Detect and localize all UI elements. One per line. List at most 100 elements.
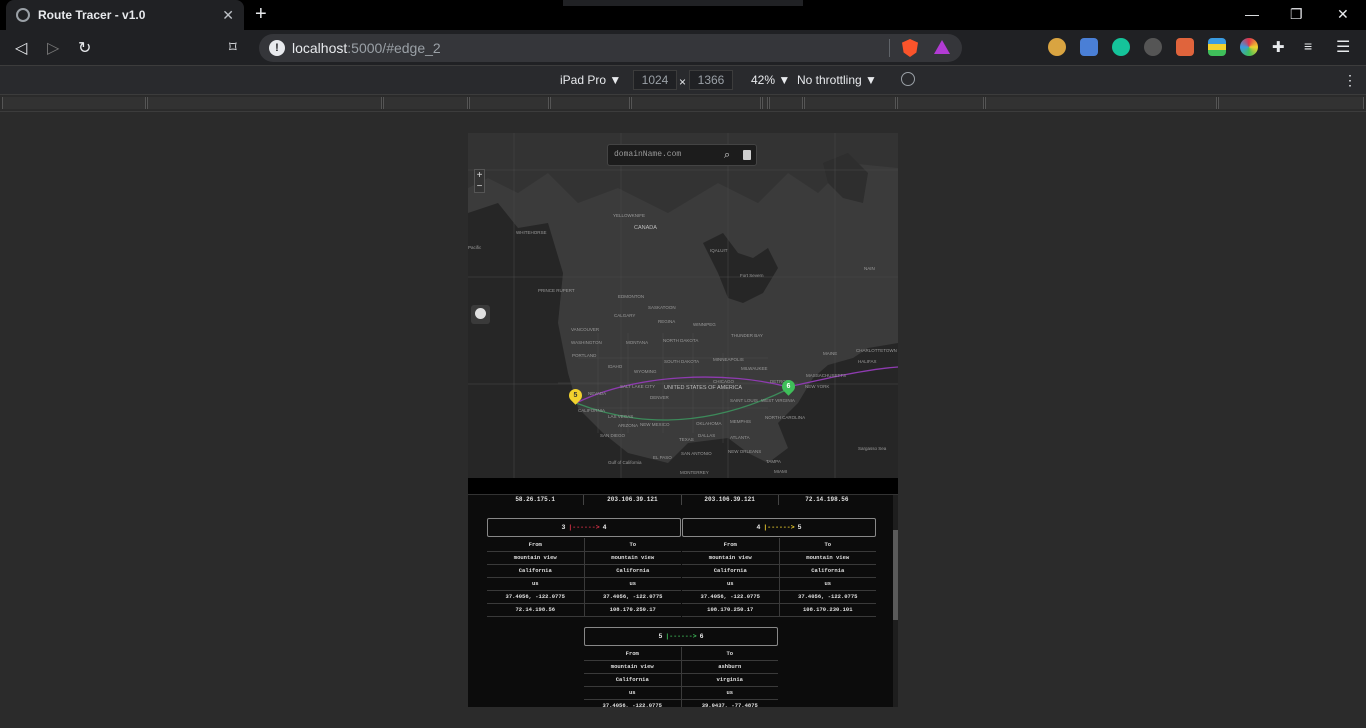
ruler-segment[interactable]	[2, 97, 146, 109]
table-cell: 108.170.230.101	[779, 603, 876, 617]
ruler-segment[interactable]	[804, 97, 896, 109]
browser-menu-icon[interactable]: ☰	[1336, 37, 1350, 57]
ruler-segment[interactable]	[1218, 97, 1364, 109]
table-cell: From	[584, 647, 682, 661]
route-marker[interactable]: 5	[566, 386, 585, 405]
tab-close-icon[interactable]: ✕	[222, 7, 234, 24]
reading-list-icon[interactable]: ≡	[1304, 38, 1312, 54]
brave-rewards-icon[interactable]	[934, 40, 950, 54]
map-label: CANADA	[634, 225, 657, 231]
edge-card: 3 |------> 4 From To mountain view mountain …	[487, 518, 681, 617]
extension-icon-5[interactable]	[1176, 38, 1194, 56]
map-label: Fort Severn	[740, 273, 764, 278]
ruler-segment[interactable]	[762, 97, 768, 109]
table-cell: mountain view	[779, 551, 876, 565]
map-label: MILWAUKEE	[741, 366, 768, 371]
zoom-in-button[interactable]: +	[475, 170, 484, 181]
table-cell: us	[487, 577, 585, 591]
grammarly-extension-icon[interactable]	[1112, 38, 1130, 56]
panel-header-band	[468, 478, 898, 495]
url-text[interactable]: localhost:5000/#edge_2	[292, 40, 441, 56]
github-link[interactable]	[471, 305, 490, 324]
ruler-segment[interactable]	[631, 97, 761, 109]
table-row: From To	[682, 538, 876, 552]
trash-icon[interactable]	[743, 150, 751, 160]
table-cell: From	[487, 538, 585, 552]
map-label: PRINCE RUPERT	[538, 288, 575, 293]
extension-icon-1[interactable]	[1048, 38, 1066, 56]
map-label: SAINT LOUIS	[730, 398, 758, 403]
table-row: From To	[487, 538, 681, 552]
table-row: California virginia	[584, 673, 778, 687]
map-label: CHICAGO	[713, 379, 735, 384]
ruler-segment[interactable]	[383, 97, 468, 109]
map-label: Sargasso Sea	[858, 446, 887, 451]
dimension-separator: ×	[679, 75, 687, 89]
brave-shield-icon[interactable]	[902, 39, 918, 57]
extension-icon-4[interactable]	[1144, 38, 1162, 56]
map-label: TEXAS	[679, 437, 694, 442]
table-cell: mountain view	[682, 551, 780, 565]
edge-from-node: 3	[561, 524, 566, 531]
map-label: IDAHO	[608, 364, 623, 369]
throttling-select[interactable]: No throttling ▼	[797, 73, 877, 87]
map-label: SALT LAKE CITY	[620, 384, 656, 389]
route-marker[interactable]: 6	[779, 377, 798, 396]
browser-toolbar: ◁ ▷ ↻ ⌑ ! localhost:5000/#edge_2 ✚ ≡ ☰	[0, 30, 1366, 66]
device-menu-icon[interactable]: ⋮	[1343, 72, 1357, 89]
ruler-segment[interactable]	[469, 97, 549, 109]
map-label: MONTERREY	[680, 470, 709, 475]
ruler-segment[interactable]	[769, 97, 803, 109]
map-label: EL PASO	[653, 455, 672, 460]
close-window-button[interactable]: ✕	[1337, 6, 1349, 23]
ruler-segment[interactable]	[897, 97, 984, 109]
device-height-input[interactable]: 1366	[689, 70, 733, 90]
search-icon[interactable]: ⌕	[724, 149, 730, 162]
map-label: VANCOUVER	[571, 327, 600, 332]
extension-icon-7[interactable]	[1240, 38, 1258, 56]
edge-header[interactable]: 3 |------> 4	[487, 518, 681, 537]
puzzle-extensions-icon[interactable]: ✚	[1272, 38, 1285, 56]
ruler-segment[interactable]	[985, 97, 1217, 109]
zoom-select[interactable]: 42% ▼	[751, 73, 790, 87]
table-cell: From	[682, 538, 780, 552]
drag-handle[interactable]	[563, 0, 803, 6]
map-label: WHITEHORSE	[516, 230, 547, 235]
table-cell: 72.14.198.56	[487, 603, 585, 617]
zoom-out-button[interactable]: −	[475, 181, 484, 192]
ruler-segment[interactable]	[550, 97, 630, 109]
minimize-button[interactable]: —	[1245, 6, 1259, 22]
table-cell: us	[584, 686, 682, 700]
table-row: mountain view mountain view	[487, 551, 681, 565]
translate-extension-icon[interactable]	[1080, 38, 1098, 56]
domain-search-input[interactable]: domainName.com	[614, 150, 681, 159]
extension-icon-6[interactable]	[1208, 38, 1226, 56]
device-select[interactable]: iPad Pro ▼	[560, 73, 621, 87]
ruler-segment[interactable]	[147, 97, 382, 109]
device-viewport: CANADA UNITED STATES OF AMERICA YELLOWKN…	[468, 133, 898, 707]
reload-icon[interactable]: ↻	[78, 38, 91, 58]
address-bar[interactable]: ! localhost:5000/#edge_2	[259, 34, 962, 62]
edge-table: From To mountain view mountain view Califo…	[682, 538, 876, 617]
world-map[interactable]: CANADA UNITED STATES OF AMERICA YELLOWKN…	[468, 133, 898, 478]
table-row: 37.4056, -122.0775 39.0437, -77.4875	[584, 699, 778, 707]
map-label: UNITED STATES OF AMERICA	[664, 385, 743, 391]
domain-search-box: domainName.com ⌕	[607, 144, 757, 166]
browser-tab[interactable]: Route Tracer - v1.0 ✕	[6, 0, 244, 30]
forward-arrow-icon[interactable]: ▷	[47, 38, 59, 58]
table-row: us us	[487, 577, 681, 591]
map-label: NORTH DAKOTA	[663, 338, 699, 343]
edge-header[interactable]: 4 |------> 5	[682, 518, 876, 537]
device-width-input[interactable]: 1024	[633, 70, 677, 90]
new-tab-button[interactable]: +	[255, 3, 267, 26]
panel-scrollbar-thumb[interactable]	[893, 530, 898, 620]
back-arrow-icon[interactable]: ◁	[15, 38, 27, 58]
edge-header[interactable]: 5 |------> 6	[584, 627, 778, 646]
restore-button[interactable]: ❐	[1290, 6, 1303, 23]
site-info-icon[interactable]: !	[269, 40, 285, 56]
bookmark-icon[interactable]: ⌑	[229, 38, 237, 56]
map-label: WINNIPEG	[693, 322, 716, 327]
edge-details-panel[interactable]: 58.26.175.1 203.106.39.121 203.106.39.12…	[468, 495, 898, 707]
rotate-icon[interactable]	[901, 72, 915, 86]
map-label: MIAMI	[774, 469, 787, 474]
